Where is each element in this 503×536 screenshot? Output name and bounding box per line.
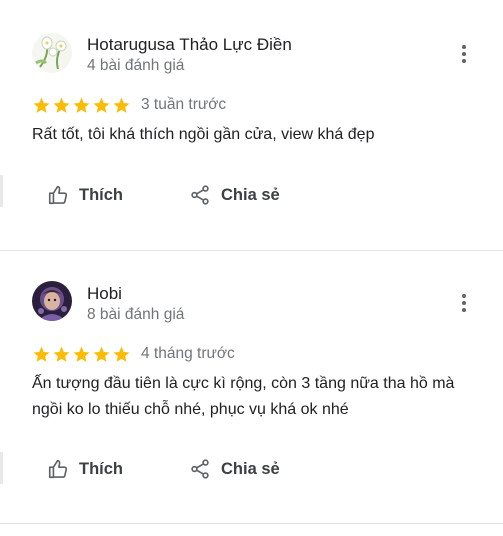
left-edge-marker xyxy=(0,452,3,484)
more-vert-icon[interactable] xyxy=(452,42,476,66)
star-icon xyxy=(113,346,130,362)
review-text: Ấn tượng đầu tiên là cực kì rộng, còn 3 … xyxy=(32,375,455,418)
divider xyxy=(0,523,503,524)
star-icon xyxy=(33,97,50,113)
thumb-up-icon xyxy=(48,459,68,479)
star-icon xyxy=(53,97,70,113)
star-icon xyxy=(113,97,130,113)
review-time: 4 tháng trước xyxy=(141,345,235,362)
reviews-list: Hotarugusa Thảo Lực Điền 4 bài đánh giá … xyxy=(0,0,503,536)
like-button[interactable]: Thích xyxy=(47,184,123,206)
review-count: 4 bài đánh giá xyxy=(87,57,185,74)
reviewer-name[interactable]: Hotarugusa Thảo Lực Điền xyxy=(87,35,292,55)
like-button[interactable]: Thích xyxy=(47,458,123,480)
review-count: 8 bài đánh giá xyxy=(87,306,185,323)
star-icon xyxy=(73,97,90,113)
star-rating xyxy=(32,96,131,115)
star-icon xyxy=(53,346,70,362)
review-card: Hobi 8 bài đánh giá 4 tháng trước Ấn tượ… xyxy=(0,251,503,523)
star-icon xyxy=(93,346,110,362)
like-label: Thích xyxy=(79,459,123,478)
left-edge-marker xyxy=(0,175,3,207)
share-button[interactable]: Chia sẻ xyxy=(189,184,280,206)
star-icon xyxy=(73,346,90,362)
share-label: Chia sẻ xyxy=(221,459,280,478)
avatar[interactable] xyxy=(32,281,72,321)
avatar[interactable] xyxy=(32,33,72,73)
review-time: 3 tuần trước xyxy=(141,96,227,113)
share-label: Chia sẻ xyxy=(221,185,280,204)
share-button[interactable]: Chia sẻ xyxy=(189,458,280,480)
review-card: Hotarugusa Thảo Lực Điền 4 bài đánh giá … xyxy=(0,0,503,250)
share-icon xyxy=(191,459,209,479)
star-rating xyxy=(32,345,131,364)
star-icon xyxy=(93,97,110,113)
thumb-up-icon xyxy=(48,185,68,205)
star-icon xyxy=(33,346,50,362)
review-text: Rất tốt, tôi khá thích ngồi gần cửa, vie… xyxy=(32,126,375,143)
share-icon xyxy=(191,185,209,205)
reviewer-name[interactable]: Hobi xyxy=(87,284,122,304)
like-label: Thích xyxy=(79,185,123,204)
more-vert-icon[interactable] xyxy=(452,291,476,315)
